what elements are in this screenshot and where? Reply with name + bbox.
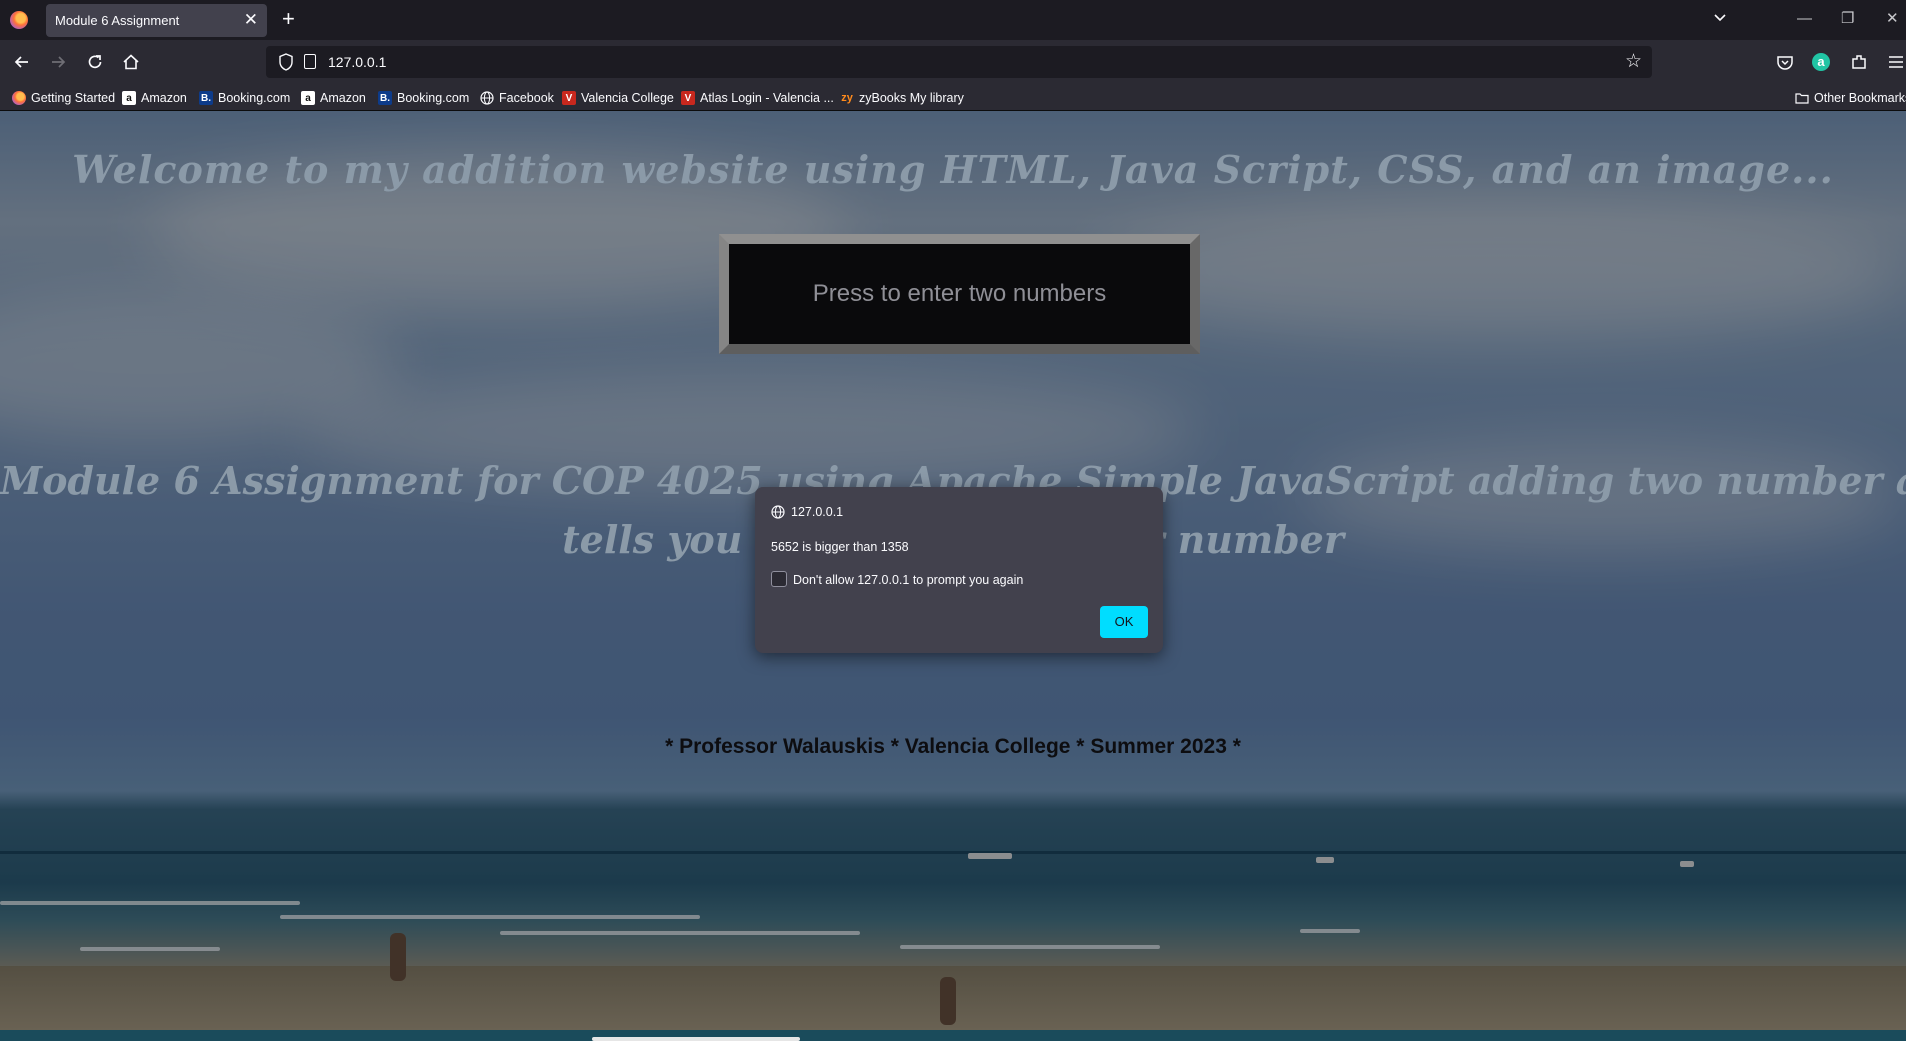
- bookmark-atlas-login[interactable]: V Atlas Login - Valencia ...: [681, 89, 834, 107]
- dont-allow-checkbox[interactable]: [771, 571, 787, 587]
- taskbar-edge: [0, 1030, 1906, 1041]
- valencia-icon: V: [681, 91, 695, 105]
- page-icon[interactable]: [304, 54, 316, 69]
- tab-strip: Module 6 Assignment ✕ + — ❐ ✕: [0, 0, 1906, 40]
- booking-icon: B.: [199, 91, 213, 105]
- bookmark-label: Valencia College: [581, 91, 674, 105]
- amazon-icon: a: [301, 91, 315, 105]
- shield-icon[interactable]: [278, 53, 294, 71]
- bookmark-label: Facebook: [499, 91, 554, 105]
- bookmark-label: Amazon: [320, 91, 366, 105]
- navigation-toolbar: 127.0.0.1 ☆ a: [0, 40, 1906, 84]
- bookmark-booking[interactable]: B. Booking.com: [378, 89, 469, 107]
- reload-icon[interactable]: [85, 52, 105, 72]
- bookmark-label: Atlas Login - Valencia ...: [700, 91, 834, 105]
- bookmark-booking[interactable]: B. Booking.com: [199, 89, 290, 107]
- account-avatar-icon[interactable]: a: [1812, 53, 1830, 71]
- bookmark-label: Getting Started: [31, 91, 116, 105]
- enter-numbers-button[interactable]: Press to enter two numbers: [719, 234, 1200, 354]
- welcome-heading: Welcome to my addition website using HTM…: [72, 147, 1834, 192]
- scroll-indicator: [592, 1037, 800, 1041]
- dialog-message: 5652 is bigger than 1358: [771, 540, 909, 554]
- bookmark-label: Booking.com: [397, 91, 470, 105]
- other-bookmarks[interactable]: Other Bookmarks: [1795, 89, 1906, 107]
- firefox-icon: [12, 91, 26, 105]
- amazon-icon: a: [122, 91, 136, 105]
- other-bookmarks-label: Other Bookmarks: [1814, 91, 1906, 105]
- zybooks-icon: zy: [841, 92, 853, 104]
- back-icon[interactable]: [12, 52, 32, 72]
- ok-button[interactable]: OK: [1100, 606, 1148, 638]
- firefox-icon[interactable]: [10, 11, 28, 29]
- bookmark-label: zyBooks My library: [859, 91, 964, 105]
- valencia-icon: V: [562, 91, 576, 105]
- home-icon[interactable]: [121, 52, 141, 72]
- bookmarks-toolbar: Getting Started a Amazon B. Booking.com …: [0, 84, 1906, 111]
- bookmark-amazon[interactable]: a Amazon: [301, 89, 366, 107]
- pocket-icon[interactable]: [1775, 52, 1795, 72]
- new-tab-button[interactable]: +: [282, 7, 295, 31]
- restore-icon[interactable]: ❐: [1841, 10, 1854, 28]
- close-window-icon[interactable]: ✕: [1886, 10, 1899, 28]
- bookmark-valencia-college[interactable]: V Valencia College: [562, 89, 674, 107]
- tab-title: Module 6 Assignment: [55, 13, 180, 28]
- globe-icon: [771, 505, 785, 519]
- bookmark-star-icon[interactable]: ☆: [1625, 51, 1642, 73]
- minimize-icon[interactable]: —: [1797, 10, 1812, 28]
- bookmark-label: Amazon: [141, 91, 187, 105]
- forward-icon[interactable]: [48, 52, 68, 72]
- folder-icon: [1795, 93, 1809, 104]
- bookmark-getting-started[interactable]: Getting Started: [12, 89, 115, 107]
- extensions-icon[interactable]: [1849, 52, 1869, 72]
- url-text[interactable]: 127.0.0.1: [328, 54, 386, 70]
- alert-dialog: 127.0.0.1 5652 is bigger than 1358 Don't…: [755, 487, 1163, 653]
- tab-module-6[interactable]: Module 6 Assignment ✕: [46, 4, 267, 37]
- bookmark-amazon[interactable]: a Amazon: [122, 89, 187, 107]
- menu-icon[interactable]: [1886, 52, 1906, 72]
- close-tab-icon[interactable]: ✕: [244, 10, 258, 30]
- bookmark-facebook[interactable]: Facebook: [480, 89, 554, 107]
- address-bar[interactable]: 127.0.0.1 ☆: [266, 46, 1652, 78]
- booking-icon: B.: [378, 91, 392, 105]
- chevron-down-icon[interactable]: [1712, 9, 1728, 25]
- dont-allow-label[interactable]: Don't allow 127.0.0.1 to prompt you agai…: [793, 573, 1023, 587]
- footer-credit: * Professor Walauskis * Valencia College…: [665, 735, 1241, 758]
- bookmark-zybooks[interactable]: zy zyBooks My library: [840, 89, 964, 107]
- globe-icon: [480, 91, 494, 105]
- bookmark-label: Booking.com: [218, 91, 291, 105]
- dialog-origin: 127.0.0.1: [791, 505, 844, 519]
